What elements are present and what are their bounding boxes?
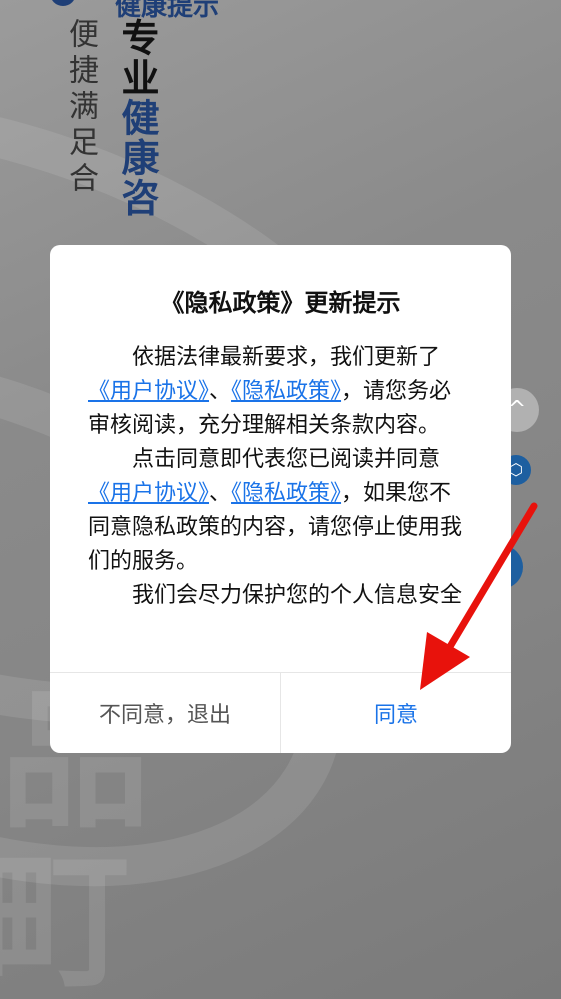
red-arrow-annotation: [420, 502, 538, 690]
arrow-shaft: [444, 502, 538, 654]
arrow-head-icon: [420, 632, 470, 690]
